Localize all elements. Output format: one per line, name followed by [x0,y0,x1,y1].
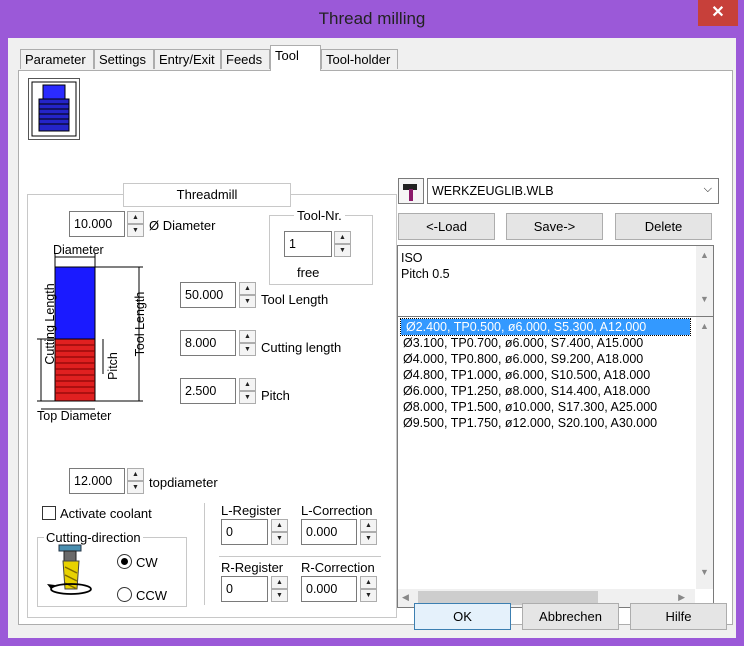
chevron-down-icon: ⌵ [703,183,712,195]
pitch-label: Pitch [261,388,290,403]
r-register-spinner[interactable]: ▲ ▼ [271,576,288,602]
scroll-down-icon[interactable]: ▼ [696,294,713,304]
tool-nr-legend: Tool-Nr. [294,208,345,223]
tool-length-label: Tool Length [261,292,329,307]
r-correction-label: R-Correction [301,560,375,575]
rotation-direction-icon [47,544,92,595]
scroll-left-icon[interactable]: ◀ [402,592,409,603]
library-file-select[interactable]: WERKZEUGLIB.WLB ⌵ [427,178,719,204]
list-item[interactable]: Ø8.000, TP1.500, ø10.000, S17.300, A25.0… [398,399,713,415]
list-item[interactable]: Ø6.000, TP1.250, ø8.000, S14.400, A18.00… [398,383,713,399]
diameter-spinner[interactable]: ▲ ▼ [127,211,144,237]
coolant-label: Activate coolant [60,506,152,521]
cw-label: CW [136,555,158,570]
hammer-icon[interactable] [398,178,424,204]
diagram-diameter-label: Diameter [53,243,104,257]
r-register-label: R-Register [221,560,284,575]
list-vertical-scrollbar[interactable]: ▲ ▼ [696,317,713,589]
list-item[interactable]: Ø3.100, TP0.700, ø6.000, S7.400, A15.000 [398,335,713,351]
tool-info-box[interactable]: ISO Pitch 0.5 ▲ ▼ [397,245,714,317]
cutting-length-label: Cutting length [261,340,342,355]
dialog-client: Parameter Settings Entry/Exit Feeds Tool… [8,38,736,638]
library-file-value: WERKZEUGLIB.WLB [432,184,554,198]
tool-length-spinner[interactable]: ▲ ▼ [239,282,256,308]
tool-list[interactable]: Ø2.400, TP0.500, ø6.000, S5.300, A12.000… [397,316,714,608]
tool-nr-spinner[interactable]: ▲ ▼ [334,231,351,257]
l-register-label: L-Register [221,503,281,518]
tool-nr-status: free [297,265,320,280]
r-register-input[interactable]: 0 [221,576,268,602]
tool-nr-input[interactable]: 1 [284,231,332,257]
section-title: Threadmill [123,183,291,207]
cw-radio-dot [121,558,128,565]
tool-length-input[interactable]: 50.000 [180,282,236,308]
tab-tool-holder[interactable]: Tool-holder [321,49,398,69]
close-button[interactable]: ✕ [698,0,738,26]
delete-button[interactable]: Delete [615,213,712,240]
list-item[interactable]: Ø4.000, TP0.800, ø6.000, S9.200, A18.000 [398,351,713,367]
cutting-length-input[interactable]: 8.000 [180,330,236,356]
scroll-up-icon[interactable]: ▲ [696,250,713,260]
diagram-pitch-label: Pitch [106,352,120,380]
topdiameter-spinner[interactable]: ▲ ▼ [127,468,144,494]
scroll-right-icon[interactable]: ▶ [678,592,685,603]
window-title: Thread milling [318,9,426,28]
list-item[interactable]: Ø4.800, TP1.000, ø6.000, S10.500, A18.00… [398,367,713,383]
tab-parameter[interactable]: Parameter [20,49,94,69]
pitch-input[interactable]: 2.500 [180,378,236,404]
topdiameter-input[interactable]: 12.000 [69,468,125,494]
topdiameter-label: topdiameter [149,475,218,490]
info-scrollbar[interactable]: ▲ ▼ [696,246,713,316]
tab-tool[interactable]: Tool [270,45,321,71]
window-frame: Thread milling ✕ Parameter Settings Entr… [0,0,744,646]
scroll-up-icon[interactable]: ▲ [696,321,713,331]
cutting-length-spinner[interactable]: ▲ ▼ [239,330,256,356]
info-line: Pitch 0.5 [401,267,450,281]
ccw-radio[interactable] [117,587,132,602]
title-bar[interactable]: Thread milling ✕ [0,0,744,38]
pitch-spinner[interactable]: ▲ ▼ [239,378,256,404]
diameter-input[interactable]: 10.000 [69,211,125,237]
tool-tab-page: Threadmill 10.000 ▲ ▼ Ø Diameter Tool-Nr.… [18,70,733,625]
l-correction-spinner[interactable]: ▲ ▼ [360,519,377,545]
load-button[interactable]: <-Load [398,213,495,240]
cw-radio[interactable] [117,554,132,569]
l-register-input[interactable]: 0 [221,519,268,545]
l-register-spinner[interactable]: ▲ ▼ [271,519,288,545]
diagram-cutting-length-label: Cutting Length [43,283,57,365]
l-correction-input[interactable]: 0.000 [301,519,357,545]
diameter-label: Ø Diameter [149,218,216,233]
register-divider [204,503,205,605]
diagram-top-diameter-label: Top Diameter [37,409,112,423]
tab-settings[interactable]: Settings [94,49,154,69]
list-item[interactable]: Ø9.500, TP1.750, ø12.000, S20.100, A30.0… [398,415,713,431]
scroll-down-icon[interactable]: ▼ [696,567,713,577]
r-correction-spinner[interactable]: ▲ ▼ [360,576,377,602]
coolant-checkbox[interactable] [42,506,56,520]
help-button[interactable]: Hilfe [630,603,727,630]
r-correction-input[interactable]: 0.000 [301,576,357,602]
tab-feeds[interactable]: Feeds [221,49,270,69]
tool-type-icon[interactable] [28,78,80,140]
diagram-tool-length-label: Tool Length [133,291,147,357]
ok-button[interactable]: OK [414,603,511,630]
cancel-button[interactable]: Abbrechen [522,603,619,630]
register-row-divider [219,556,381,557]
save-button[interactable]: Save-> [506,213,603,240]
tab-entry-exit[interactable]: Entry/Exit [154,49,221,69]
list-item[interactable]: Ø2.400, TP0.500, ø6.000, S5.300, A12.000 [400,318,691,336]
info-line: ISO [401,251,423,265]
ccw-label: CCW [136,588,168,603]
l-correction-label: L-Correction [301,503,373,518]
